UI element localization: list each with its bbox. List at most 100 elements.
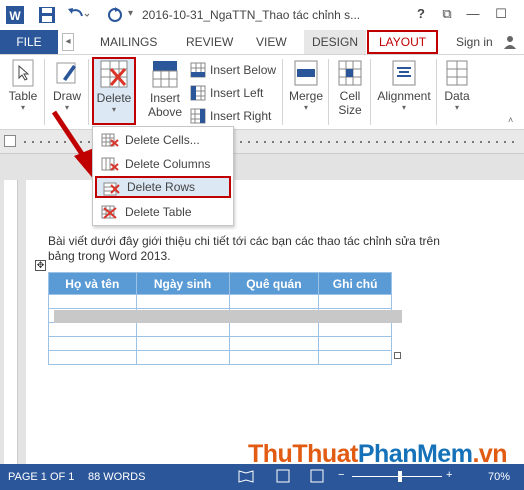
document-paragraph[interactable]: Bài viết dưới đây giới thiệu chi tiết tớ… [48,234,468,264]
menu-item-label: Delete Rows [127,180,196,194]
tab-design[interactable]: DESIGN [304,30,367,54]
delete-rows-icon [103,182,120,196]
delete-columns-icon [101,157,119,171]
table-header-cell[interactable]: Họ và tên [48,272,137,295]
word-logo-icon[interactable]: W [6,6,24,24]
ruler-tick [496,141,498,143]
zoom-out-icon[interactable]: − [338,469,344,481]
table-header-cell[interactable]: Ngày sinh [135,272,230,295]
tab-mailings[interactable]: MAILINGS [100,30,157,54]
select-cursor-icon [12,59,34,87]
ruler-tick [456,141,458,143]
zoom-level[interactable]: 70% [488,471,510,483]
undo-icon[interactable] [66,6,90,24]
data-button[interactable]: Data ▾ [440,59,474,112]
title-bar: W ▾ 2016-10-31_NgaTTN_Thao tác chỉnh s..… [0,0,524,30]
svg-text:W: W [9,9,21,23]
delete-button[interactable]: Delete ▾ [94,59,134,114]
table-move-handle-icon[interactable]: ✥ [35,260,46,271]
zoom-slider-thumb[interactable] [398,471,402,482]
insert-right-button[interactable]: Insert Right [190,105,271,127]
zoom-in-icon[interactable]: + [446,469,452,481]
read-mode-icon[interactable] [238,469,254,486]
page-count[interactable]: PAGE 1 OF 1 [8,471,74,483]
draw-button[interactable]: Draw ▾ [50,59,84,112]
ribbon-tabs: FILE ◂ MAILINGS REVIEW VIEW DESIGN LAYOU… [0,30,524,54]
chevron-down-icon: ▾ [454,103,459,112]
ruler-tick [440,141,442,143]
table-header-cell[interactable]: Ghi chú [318,272,392,295]
ruler-tick [24,141,26,143]
merge-button[interactable]: Merge ▾ [286,59,326,112]
ruler-tick [448,141,450,143]
customize-qat-icon[interactable]: ▾ [128,8,133,19]
insert-above-button[interactable]: Insert Above [144,59,186,119]
menu-item-delete-table[interactable]: Delete Table [95,201,231,223]
table-row[interactable] [48,294,392,309]
chevron-down-icon: ▾ [401,103,406,112]
ruler-tick [328,141,330,143]
scroll-tabs-left-icon[interactable]: ◂ [62,33,74,51]
ruler-tick [32,141,34,143]
tab-layout[interactable]: LAYOUT [367,30,439,54]
table-row[interactable] [48,336,392,351]
insert-left-icon [190,85,206,101]
print-layout-icon[interactable] [276,469,290,486]
cell-size-label-2: Size [338,103,362,117]
watermark-logo: ThuThuatPhanMem.vn [248,440,508,468]
word-count[interactable]: 88 WORDS [88,471,145,483]
ruler-tick [312,141,314,143]
ruler-tick [40,141,42,143]
table-row[interactable] [48,350,392,365]
selected-row-highlight [54,310,402,323]
tab-review[interactable]: REVIEW [186,30,233,54]
delete-cells-icon [101,133,119,147]
ruler-tick [384,141,386,143]
alignment-button[interactable]: Alignment ▾ [374,59,434,112]
menu-item-delete-columns[interactable]: Delete Columns [95,153,231,175]
tab-file[interactable]: FILE [0,30,58,54]
insert-below-icon [190,62,206,78]
tab-selector-icon[interactable] [4,135,16,147]
insert-above-icon [152,61,178,88]
maximize-icon[interactable]: ☐ [490,4,512,24]
merge-cells-icon [294,60,318,86]
table-header-cell[interactable]: Quê quán [228,272,320,295]
table-resize-handle[interactable] [394,352,401,359]
ruler-tick [472,141,474,143]
cell-size-button[interactable]: Cell Size [332,59,368,117]
cell-size-label-1: Cell [339,89,361,103]
ruler-tick [416,141,418,143]
zoom-slider[interactable] [352,476,442,477]
menu-item-label: Delete Table [125,205,192,219]
help-icon[interactable]: ? [410,4,432,24]
tab-view[interactable]: VIEW [256,30,287,54]
table-row[interactable] [48,322,392,337]
sign-in-link[interactable]: Sign in [456,30,493,54]
minimize-icon[interactable]: — [462,4,484,24]
redo-icon[interactable] [106,6,124,24]
ruler-tick [272,141,274,143]
web-layout-icon[interactable] [310,469,324,486]
table-button[interactable]: Table ▾ [6,59,40,112]
insert-below-label: Insert Below [210,63,277,77]
insert-below-button[interactable]: Insert Below [190,59,276,81]
ruler-tick [288,141,290,143]
user-icon[interactable] [502,35,518,49]
save-icon[interactable] [38,6,56,24]
insert-left-button[interactable]: Insert Left [190,82,263,104]
menu-item-delete-rows[interactable]: Delete Rows [95,176,231,198]
merge-label: Merge [288,89,323,103]
ruler-tick [264,141,266,143]
ruler-tick [400,141,402,143]
delete-label: Delete [96,91,132,105]
ribbon-display-icon[interactable]: ⧉ [436,4,458,24]
chevron-down-icon: ▾ [303,103,308,112]
ruler-tick [240,141,242,143]
ruler-tick [504,141,506,143]
menu-item-delete-cells[interactable]: Delete Cells... [95,129,231,151]
alignment-icon [392,60,416,86]
window-title: 2016-10-31_NgaTTN_Thao tác chỉnh s... [142,8,361,22]
vertical-ruler[interactable] [4,180,18,464]
collapse-ribbon-icon[interactable]: ˄ [508,115,513,125]
